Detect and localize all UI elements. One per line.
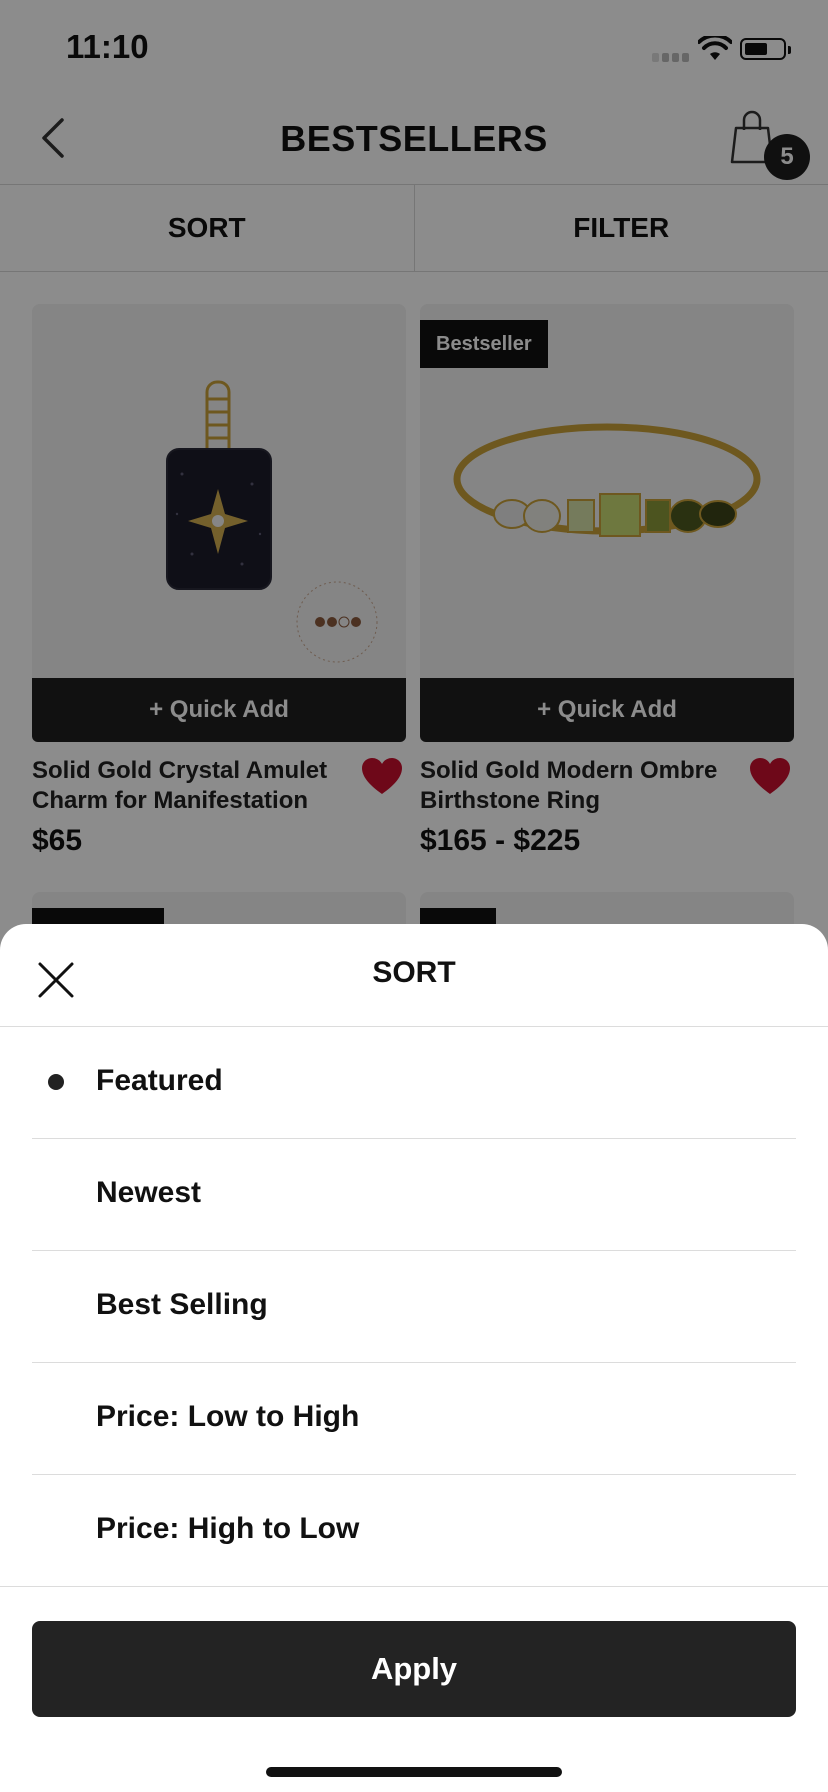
sort-option-price-low-high[interactable]: Price: Low to High (32, 1362, 796, 1475)
sort-option-label: Price: High to Low (96, 1512, 360, 1545)
sort-option-newest[interactable]: Newest (32, 1138, 796, 1251)
sort-option-best-selling[interactable]: Best Selling (32, 1250, 796, 1363)
sort-option-featured[interactable]: Featured (32, 1026, 796, 1139)
sheet-header: SORT (0, 924, 828, 1027)
selected-radio-icon (48, 1074, 64, 1090)
home-indicator[interactable] (266, 1767, 562, 1777)
sheet-title: SORT (372, 956, 456, 989)
sort-bottom-sheet: SORT Featured Newest Best Selling Price:… (0, 924, 828, 1792)
sort-option-label: Price: Low to High (96, 1400, 360, 1433)
sort-option-label: Best Selling (96, 1288, 268, 1321)
sort-option-label: Newest (96, 1176, 202, 1209)
apply-button[interactable]: Apply (32, 1621, 796, 1717)
sort-option-price-high-low[interactable]: Price: High to Low (0, 1474, 828, 1587)
product-listing-screen: 11:10 BESTSELLERS 5 SORT FILTER + Quick … (0, 0, 828, 1792)
sort-option-label: Featured (96, 1064, 223, 1097)
